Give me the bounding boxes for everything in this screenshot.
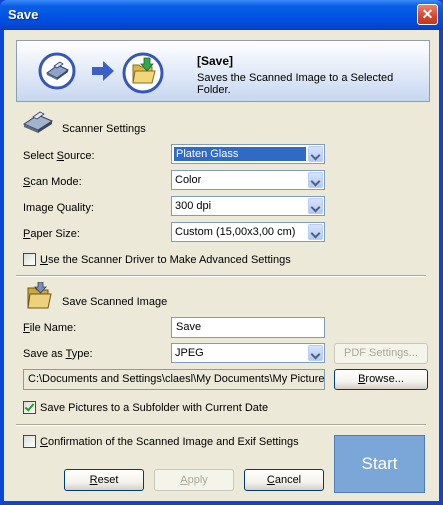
apply-button[interactable]: Apply	[154, 469, 234, 491]
section-divider	[16, 275, 426, 277]
subfolder-checkbox[interactable]	[23, 401, 36, 414]
advanced-settings-label[interactable]: Use the Scanner Driver to Make Advanced …	[40, 254, 291, 266]
select-source-dropdown[interactable]: Platen Glass	[171, 144, 325, 164]
scan-mode-dropdown[interactable]: Color	[171, 170, 325, 190]
image-quality-value: 300 dpi	[175, 200, 212, 212]
chevron-down-icon[interactable]	[308, 198, 323, 214]
chevron-down-icon[interactable]	[308, 345, 323, 361]
cancel-button[interactable]: Cancel	[244, 469, 324, 491]
close-icon: ✕	[421, 6, 434, 22]
section-divider	[16, 424, 426, 426]
confirmation-checkbox[interactable]	[23, 435, 36, 448]
reset-button[interactable]: Reset	[64, 469, 144, 491]
chevron-down-icon[interactable]	[308, 146, 323, 162]
image-quality-label: Image Quality:	[23, 202, 94, 214]
pdf-settings-button[interactable]: PDF Settings...	[334, 343, 428, 364]
browse-button[interactable]: Browse...	[334, 369, 428, 390]
banner-subtitle: Saves the Scanned Image to a Selected Fo…	[197, 72, 394, 96]
advanced-settings-checkbox[interactable]	[23, 253, 36, 266]
save-path-field[interactable]: C:\Documents and Settings\claesl\My Docu…	[23, 369, 325, 390]
save-dialog: Save ✕ [Save] Saves the Scanned Image to…	[0, 0, 443, 505]
scanner-circle-icon	[38, 52, 76, 90]
arrow-right-icon	[92, 61, 114, 81]
paper-size-value: Custom (15,00x3,00 cm)	[175, 226, 296, 238]
scan-mode-label: Scan Mode:	[23, 176, 82, 188]
start-button[interactable]: Start	[334, 435, 425, 493]
file-name-label: File Name:	[23, 322, 77, 334]
title-bar[interactable]: Save ✕	[0, 0, 443, 30]
header-banner: [Save] Saves the Scanned Image to a Sele…	[16, 40, 430, 102]
window-title: Save	[8, 7, 39, 22]
scanner-icon	[22, 111, 54, 133]
save-as-type-dropdown[interactable]: JPEG	[171, 343, 325, 363]
chevron-down-icon[interactable]	[308, 172, 323, 188]
paper-size-dropdown[interactable]: Custom (15,00x3,00 cm)	[171, 222, 325, 242]
select-source-value: Platen Glass	[174, 147, 306, 161]
subfolder-label[interactable]: Save Pictures to a Subfolder with Curren…	[40, 402, 268, 414]
banner-title: [Save]	[197, 54, 234, 68]
scanner-settings-title: Scanner Settings	[62, 123, 146, 135]
folder-save-icon	[27, 282, 52, 309]
dialog-body: [Save] Saves the Scanned Image to a Sele…	[4, 30, 439, 501]
paper-size-label: Paper Size:	[23, 228, 80, 240]
image-quality-dropdown[interactable]: 300 dpi	[171, 196, 325, 216]
save-as-type-label: Save as Type:	[23, 348, 93, 360]
save-as-type-value: JPEG	[175, 347, 204, 359]
close-button[interactable]: ✕	[417, 4, 438, 25]
save-scanned-image-title: Save Scanned Image	[62, 296, 168, 308]
folder-save-circle-icon	[122, 52, 164, 94]
file-name-input[interactable]: Save	[171, 317, 325, 338]
scan-mode-value: Color	[175, 174, 202, 186]
confirmation-label[interactable]: Confirmation of the Scanned Image and Ex…	[40, 436, 299, 448]
chevron-down-icon[interactable]	[308, 224, 323, 240]
select-source-label: Select Source:	[23, 150, 95, 162]
